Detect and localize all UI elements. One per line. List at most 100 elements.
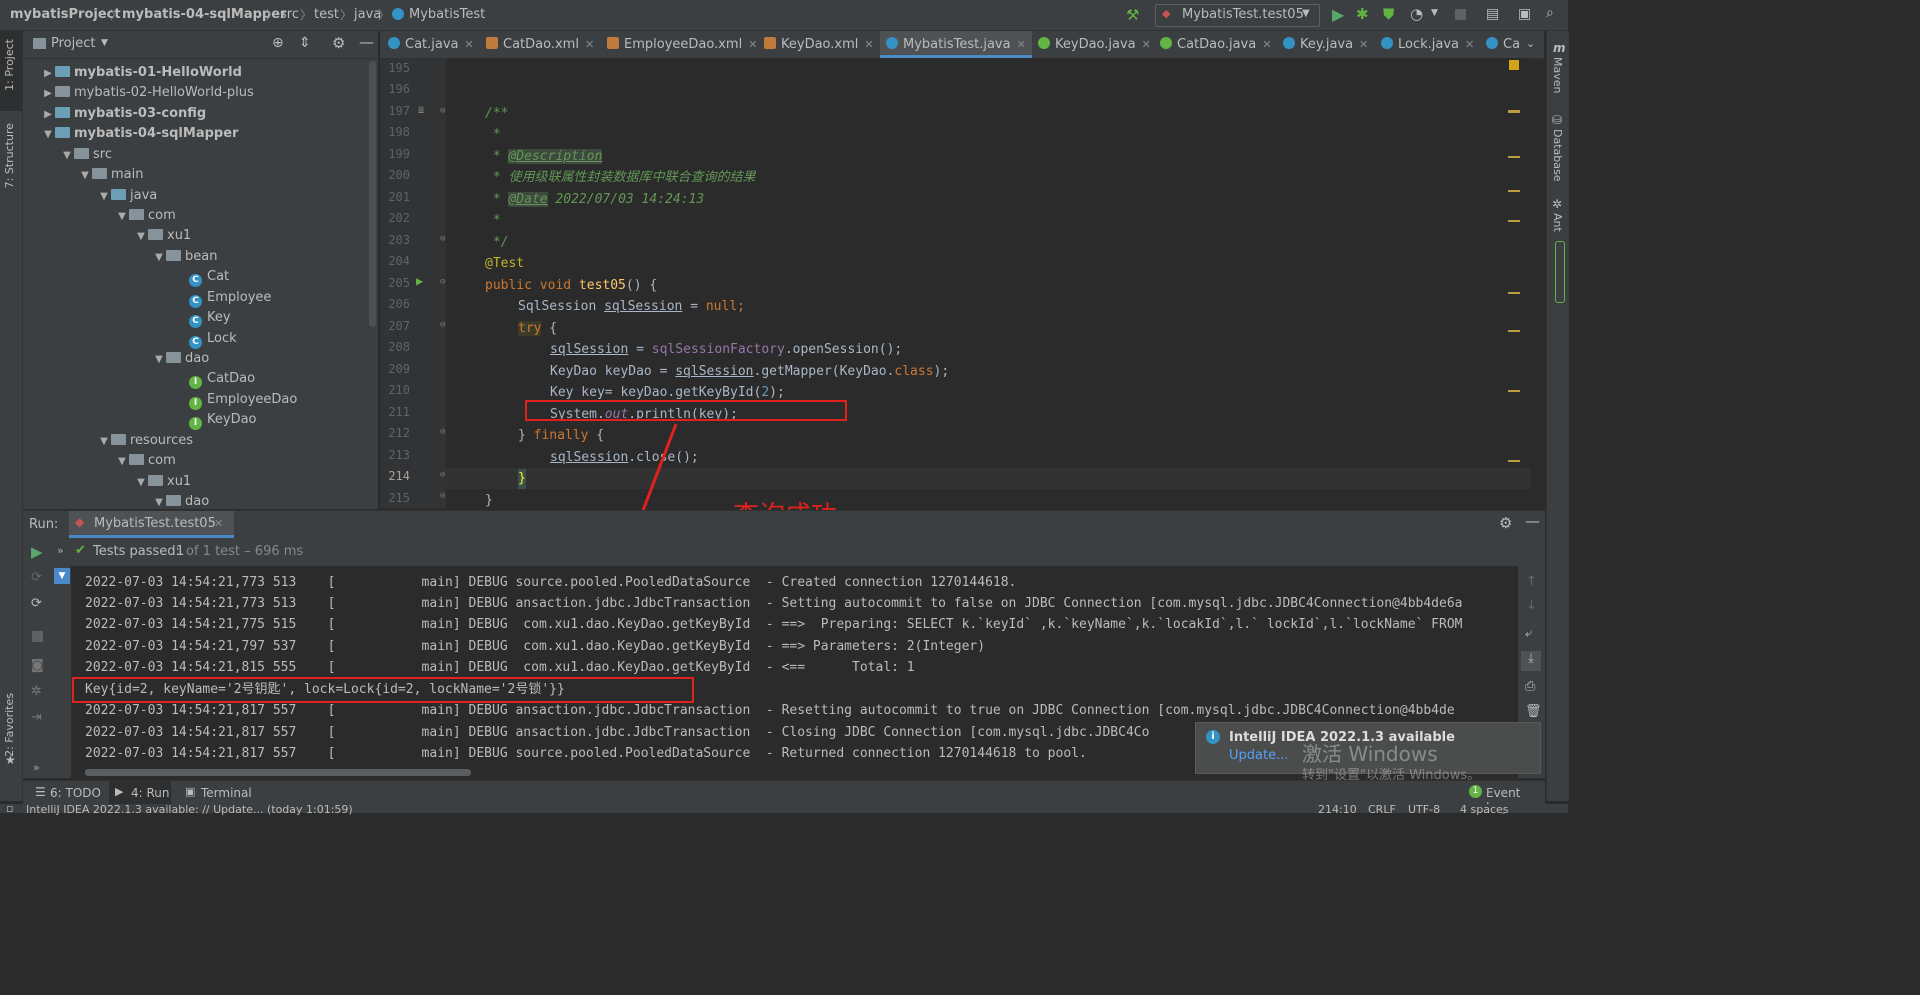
print-icon[interactable]: ⎙ (1525, 679, 1535, 694)
caret-position[interactable]: 214:10 (1318, 803, 1357, 816)
chevron-down-icon[interactable]: ⌄ (1526, 37, 1535, 50)
close-icon[interactable]: ✕ (1465, 38, 1474, 51)
minimize-icon[interactable]: — (359, 33, 374, 51)
fold-icon[interactable]: ⊖ (440, 491, 445, 501)
tree-node-folder[interactable]: ▼ main (78, 165, 143, 185)
tool-tab-run[interactable]: 4: Run (131, 786, 170, 800)
tree-node-class[interactable]: C Key (189, 308, 231, 328)
close-icon[interactable]: ✕ (1142, 38, 1151, 51)
file-encoding[interactable]: UTF-8 (1408, 803, 1440, 816)
run-tab[interactable]: ◆ MybatisTest.test05 ✕ (69, 511, 234, 538)
run-icon[interactable]: ▶ (1332, 5, 1344, 24)
tree-node-class[interactable]: C Cat (189, 267, 229, 287)
tree-node-package[interactable]: ▼ xu1 (134, 226, 191, 246)
tool-tab-favorites[interactable]: 2: Favorites (3, 693, 16, 757)
filter-toggle-icon[interactable]: ▼ (54, 568, 70, 584)
close-icon[interactable]: ✕ (864, 38, 873, 51)
tool-tab-structure[interactable]: 7: Structure (3, 123, 16, 188)
tree-node-package[interactable]: ▼ bean (152, 247, 217, 267)
build-hammer-icon[interactable]: ⚒ (1126, 6, 1139, 24)
scroll-to-end-icon[interactable]: ⤓ (1521, 651, 1541, 671)
tree-node-package[interactable]: ▼ dao (152, 349, 209, 369)
tree-node-module[interactable]: ▼ mybatis-04-sqlMapper (41, 124, 238, 144)
coverage-shield-icon[interactable]: ⛊ (1383, 5, 1394, 23)
locate-target-icon[interactable]: ⊕ (272, 35, 284, 51)
close-icon[interactable]: ✕ (1017, 38, 1026, 51)
breadcrumb-file[interactable]: MybatisTest (409, 7, 485, 22)
fold-icon[interactable]: ⊖ (440, 470, 445, 480)
breadcrumb-src[interactable]: src (280, 7, 299, 22)
tool-tab-todo[interactable]: 6: TODO (50, 786, 101, 800)
tab-catdao-java[interactable]: CatDao.java ✕ (1160, 31, 1271, 58)
tree-node-folder[interactable]: ▼ resources (97, 431, 193, 451)
indent-setting[interactable]: 4 spaces (1460, 803, 1509, 816)
tree-node-folder[interactable]: ▼ dao (152, 492, 209, 512)
breadcrumb-module[interactable]: mybatis-04-sqlMapper (122, 7, 286, 22)
chevron-down-icon[interactable]: ▼ (101, 38, 108, 48)
breadcrumb-project[interactable]: mybatisProject (10, 7, 121, 22)
soft-wrap-icon[interactable]: ⤶ (1525, 626, 1532, 641)
debug-bug-icon[interactable]: ✱ (1356, 5, 1369, 23)
close-icon[interactable]: ✕ (465, 38, 474, 51)
rerun-failed-icon[interactable]: ⟳ (31, 570, 42, 585)
fold-icon[interactable]: ⊖ (440, 427, 445, 437)
tree-node-module[interactable]: ▶ mybatis-03-config (41, 104, 206, 124)
tree-node-module[interactable]: ▶ mybatis-02-HelloWorld-plus (41, 83, 254, 103)
search-icon[interactable]: ⌕ (1546, 5, 1554, 21)
line-separator[interactable]: CRLF (1368, 803, 1396, 816)
camera-icon[interactable]: ◙ (31, 658, 44, 673)
toggle-auto-test-icon[interactable]: ⟳ (31, 596, 42, 611)
up-arrow-icon[interactable]: ↑ (1526, 574, 1537, 589)
tab-key-java[interactable]: Key.java ✕ (1283, 31, 1368, 58)
tree-node-interface[interactable]: I CatDao (189, 369, 255, 389)
status-message[interactable]: IntelliJ IDEA 2022.1.3 available: // Upd… (26, 803, 353, 816)
warning-marker[interactable] (1509, 60, 1519, 70)
settings-icon[interactable]: ✲ (31, 684, 42, 699)
tree-node-interface[interactable]: I EmployeeDao (189, 390, 297, 410)
tool-tab-database[interactable]: Database (1551, 129, 1564, 182)
tab-keydao-java[interactable]: KeyDao.java ✕ (1038, 31, 1151, 58)
run-test-gutter-icon[interactable]: ▶ (416, 274, 423, 288)
rerun-icon[interactable]: ▶ (31, 543, 43, 561)
stop-icon[interactable] (32, 631, 43, 642)
export-icon[interactable]: ⇥ (31, 710, 42, 725)
tab-lock-java[interactable]: Lock.java ✕ (1381, 31, 1474, 58)
project-panel-title[interactable]: Project (51, 36, 95, 51)
documentation-icon[interactable]: ≣ (418, 105, 424, 116)
console-horizontal-scrollbar[interactable] (85, 769, 471, 776)
project-scrollbar[interactable] (369, 61, 376, 327)
close-icon[interactable]: ✕ (748, 38, 757, 51)
project-structure-icon[interactable]: ▤ (1486, 6, 1499, 22)
tab-catdao-xml[interactable]: CatDao.xml ✕ (486, 31, 594, 58)
tree-node-interface[interactable]: I KeyDao (189, 410, 257, 430)
tree-node-folder[interactable]: ▼ com (115, 451, 176, 471)
tree-node-module[interactable]: ▶ mybatis-01-HelloWorld (41, 63, 242, 83)
tab-overflow[interactable]: Ca (1486, 31, 1520, 58)
tab-mybatistest-java[interactable]: MybatisTest.java ✕ (880, 31, 1032, 58)
tree-node-class[interactable]: C Employee (189, 288, 271, 308)
tab-cat-java[interactable]: Cat.java ✕ (388, 31, 474, 58)
tab-employeedao-xml[interactable]: EmployeeDao.xml ✕ (607, 31, 757, 58)
fold-icon[interactable]: ⊖ (440, 106, 445, 116)
tab-keydao-xml[interactable]: KeyDao.xml ✕ (764, 31, 874, 58)
tool-tab-ant[interactable]: Ant (1551, 213, 1564, 232)
minimize-icon[interactable]: — (1525, 512, 1540, 530)
tree-node-folder[interactable]: ▼ src (60, 145, 112, 165)
close-icon[interactable]: ✕ (1359, 38, 1368, 51)
profile-icon[interactable]: ◔ (1410, 5, 1423, 23)
chevron-down-icon[interactable]: ▼ (1431, 8, 1438, 18)
fold-icon[interactable]: ⊖ (440, 277, 445, 287)
close-icon[interactable]: ✕ (214, 517, 223, 530)
window-layout-icon[interactable]: ▣ (1518, 6, 1531, 22)
tree-node-class[interactable]: C Lock (189, 329, 237, 349)
stop-icon[interactable] (1455, 9, 1466, 20)
breadcrumb-test[interactable]: test (314, 7, 339, 22)
gear-icon[interactable]: ⚙ (332, 34, 345, 52)
gear-icon[interactable]: ⚙ (1499, 514, 1512, 532)
expand-icon[interactable]: » (57, 544, 64, 557)
editor-scroll-markers[interactable] (1506, 60, 1520, 500)
run-config-selector[interactable]: ◆ MybatisTest.test05 ▼ (1155, 4, 1320, 27)
tree-node-package[interactable]: ▼ com (115, 206, 176, 226)
trash-icon[interactable]: 🗑 (1525, 704, 1542, 719)
close-icon[interactable]: ✕ (1262, 38, 1271, 51)
